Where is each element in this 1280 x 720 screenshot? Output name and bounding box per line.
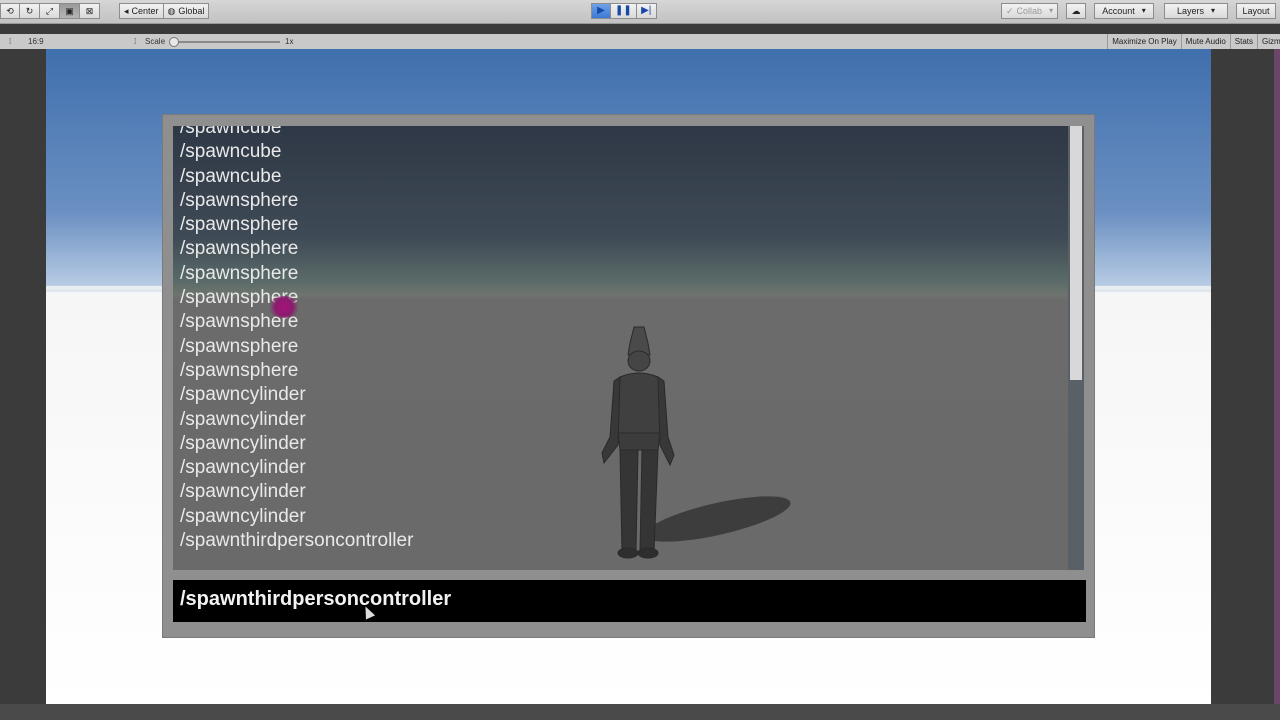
- pivot-group: ◂ Center ◍ Global: [119, 3, 210, 19]
- log-line: /spawncylinder: [180, 505, 306, 527]
- gizmos-dropdown[interactable]: Gizmos: [1257, 34, 1280, 49]
- log-line: /spawncylinder: [180, 481, 306, 503]
- viewport-letterbox-left: [0, 49, 46, 704]
- collab-label: Collab: [1016, 6, 1043, 16]
- step-icon: ▶|: [641, 5, 652, 16]
- mute-audio-toggle[interactable]: Mute Audio: [1180, 34, 1230, 49]
- pivot-center-button[interactable]: ◂ Center: [119, 3, 164, 19]
- transform-tools: ⟲ ↻ ⤢ ▣ ⊠: [0, 3, 100, 19]
- spawned-sphere: [268, 296, 300, 318]
- layers-dropdown[interactable]: Layers: [1164, 3, 1228, 19]
- handle-icon: ⁞: [134, 37, 137, 46]
- move-tool-button[interactable]: ↻: [20, 3, 40, 19]
- scale-tool-button[interactable]: ⤢: [40, 3, 60, 19]
- log-line: /spawncylinder: [180, 408, 306, 430]
- layout-label: Layout: [1242, 6, 1270, 16]
- collab-dropdown[interactable]: ✓ Collab: [1001, 3, 1059, 19]
- pivot-label: Center: [131, 6, 159, 16]
- playback-controls: ▶ ❚❚ ▶|: [591, 3, 657, 19]
- log-line: /spawncube: [180, 141, 282, 163]
- game-view-options: Maximize On Play Mute Audio Stats Gizmos: [1107, 34, 1280, 49]
- scale-label: Scale: [145, 37, 166, 46]
- log-line: /spawnsphere: [180, 311, 299, 333]
- layers-label: Layers: [1176, 6, 1204, 16]
- collab-group: ✓ Collab: [1001, 3, 1059, 19]
- game-view-bar: ⁞ 16:9 ⁞ Scale 1x Maximize On Play Mute …: [0, 34, 1280, 50]
- layers-group: Layers: [1164, 3, 1228, 19]
- layout-dropdown[interactable]: Layout: [1236, 3, 1276, 19]
- log-line: /spawnsphere: [180, 335, 299, 357]
- scale-value: 1x: [285, 37, 294, 46]
- log-line: /spawncylinder: [180, 384, 306, 406]
- transform-tool-button[interactable]: ⊠: [80, 3, 100, 19]
- account-group: Account: [1094, 3, 1154, 19]
- account-dropdown[interactable]: Account: [1094, 3, 1154, 19]
- viewport-letterbox-right: [1211, 49, 1280, 704]
- scale-icon: ⤢: [45, 6, 54, 16]
- rect-icon: ▣: [65, 6, 74, 16]
- globe-icon: ◍: [167, 6, 176, 16]
- console-scrollbar[interactable]: [1068, 126, 1084, 570]
- log-line: /spawnthirdpersoncontroller: [180, 530, 414, 552]
- log-line: /spawncube: [180, 126, 282, 138]
- transform-icon: ⊠: [85, 6, 94, 16]
- space-label: Global: [178, 6, 205, 16]
- status-bar: [0, 704, 1280, 720]
- check-icon: ✓: [1006, 6, 1014, 16]
- layout-group: Layout: [1236, 3, 1276, 19]
- console-input[interactable]: /spawnthirdpersoncontroller: [173, 580, 1086, 622]
- log-line: /spawnsphere: [180, 189, 299, 211]
- stats-toggle[interactable]: Stats: [1229, 34, 1257, 49]
- refresh-icon: ↻: [25, 6, 34, 16]
- account-label: Account: [1102, 6, 1135, 16]
- third-person-character: [601, 326, 675, 559]
- log-lines: /spawncube/spawncube/spawncube/spawnsphe…: [180, 126, 413, 553]
- log-line: /spawnsphere: [180, 214, 299, 236]
- step-button[interactable]: ▶|: [636, 3, 657, 19]
- pause-icon: ❚❚: [615, 5, 632, 16]
- maximize-on-play-toggle[interactable]: Maximize On Play: [1107, 34, 1180, 49]
- cloud-icon: ☁: [1071, 6, 1081, 16]
- cloud-button[interactable]: ☁: [1066, 3, 1086, 19]
- offscreen-object: [1274, 49, 1280, 704]
- rotate-tool-button[interactable]: ⟲: [0, 3, 20, 19]
- play-button[interactable]: ▶: [591, 3, 611, 19]
- rotate-icon: ⟲: [6, 6, 14, 16]
- pause-button[interactable]: ❚❚: [611, 3, 637, 19]
- handle-icon: ⁞: [9, 37, 12, 46]
- cloud-group: ☁: [1066, 3, 1086, 19]
- log-line: /spawnsphere: [180, 238, 299, 260]
- scrollbar-thumb[interactable]: [1070, 126, 1082, 380]
- aspect-dropdown[interactable]: 16:9: [28, 37, 44, 46]
- console-input-text: /spawnthirdpersoncontroller: [180, 588, 452, 610]
- log-line: /spawncylinder: [180, 432, 306, 454]
- space-global-button[interactable]: ◍ Global: [163, 3, 210, 19]
- pivot-icon: ◂: [124, 6, 129, 16]
- rect-tool-button[interactable]: ▣: [60, 3, 80, 19]
- log-line: /spawncylinder: [180, 457, 306, 479]
- log-line: /spawnsphere: [180, 359, 299, 381]
- log-line: /spawncube: [180, 165, 282, 187]
- scale-slider-knob[interactable]: [169, 37, 179, 47]
- editor-toolbar: ⟲ ↻ ⤢ ▣ ⊠ ◂ Center ◍ Global ▶ ❚❚ ▶| ✓ Co…: [0, 0, 1280, 24]
- scale-slider-track[interactable]: [175, 41, 280, 43]
- play-icon: ▶: [597, 5, 605, 16]
- log-line: /spawnsphere: [180, 262, 299, 284]
